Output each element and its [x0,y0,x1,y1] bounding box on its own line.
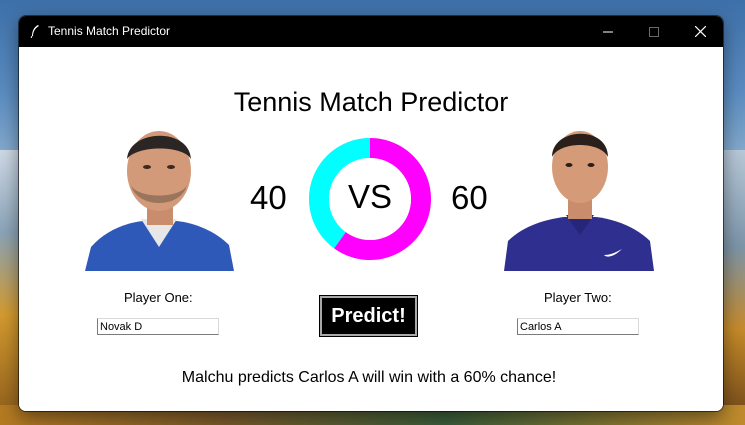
player-one-portrait [85,131,234,271]
player-two-input[interactable] [517,318,639,335]
versus-label: VS [347,178,393,215]
player-one-score: 40 [250,179,287,216]
minimize-icon [603,31,613,32]
feather-icon [30,25,39,38]
close-button[interactable] [677,16,723,47]
player-two-photo [504,119,654,271]
player-two-score: 60 [451,179,488,216]
app-content: Tennis Match Predictor 40 60 VS Player O… [19,47,723,411]
title-bar[interactable]: Tennis Match Predictor [19,16,723,47]
maximize-icon [649,26,659,37]
maximize-button[interactable] [631,16,677,47]
minimize-button[interactable] [585,16,631,47]
window-title: Tennis Match Predictor [48,24,171,38]
player-two-portrait [504,131,654,271]
player-one-photo [85,119,234,271]
close-icon [694,26,706,37]
player-one-input[interactable] [97,318,219,335]
predict-button[interactable]: Predict! [319,295,418,337]
player-two-label: Player Two: [544,290,612,305]
prediction-result: Malchu predicts Carlos A will win with a… [181,369,557,386]
app-heading: Tennis Match Predictor [233,87,509,117]
app-window: Tennis Match Predictor Tennis Match Pred… [19,16,723,411]
player-one-label: Player One: [124,290,193,305]
